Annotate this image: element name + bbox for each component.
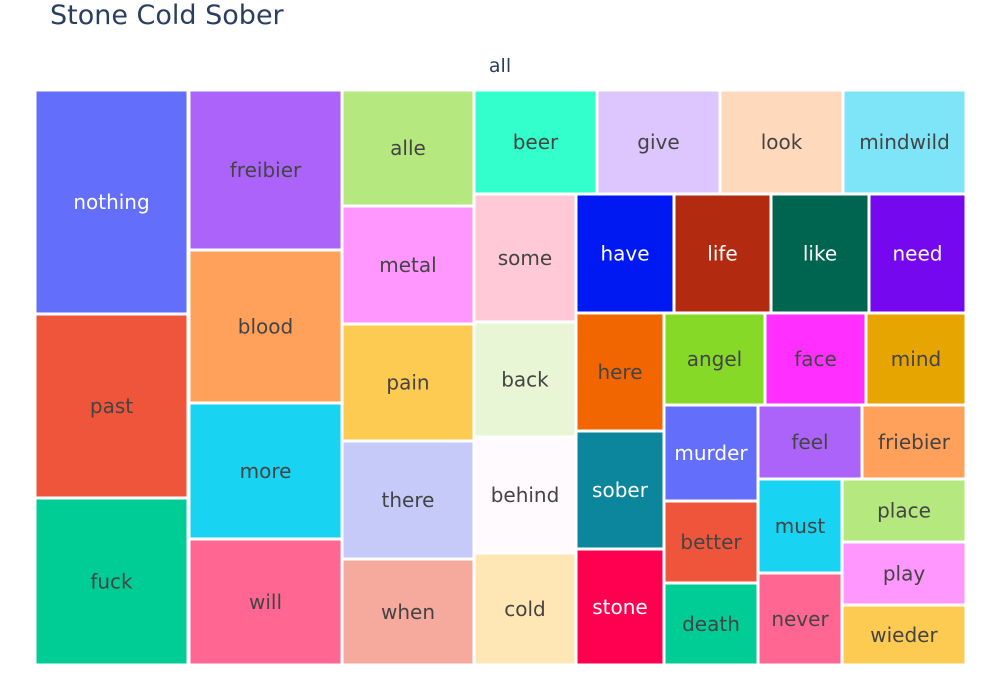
treemap-tile-face[interactable]: face	[763, 311, 868, 407]
treemap-tile-friebier[interactable]: friebier	[860, 403, 968, 481]
treemap-tile-blood[interactable]: blood	[187, 248, 344, 405]
treemap-tile-label: there	[382, 488, 435, 512]
treemap-tile-label: stone	[592, 595, 647, 619]
treemap-tile-label: like	[803, 242, 837, 266]
treemap-tile-label: pain	[386, 371, 429, 395]
treemap-tile-label: have	[600, 242, 649, 266]
treemap-tile-label: beer	[513, 130, 559, 154]
treemap-tile-never[interactable]: never	[756, 571, 844, 667]
treemap-tile-label: blood	[238, 315, 293, 339]
treemap-tile-wieder[interactable]: wieder	[840, 603, 968, 667]
treemap-tile-behind[interactable]: behind	[472, 435, 578, 555]
treemap-tile-label: never	[771, 607, 829, 631]
treemap-tile-play[interactable]: play	[840, 540, 968, 607]
treemap-tile-freibier[interactable]: freibier	[187, 88, 344, 252]
treemap-tile-when[interactable]: when	[340, 557, 476, 667]
treemap-tile-label: must	[775, 514, 826, 538]
treemap-tile-label: mindwild	[859, 130, 950, 154]
treemap-tile-label: alle	[390, 136, 426, 160]
treemap-tile-label: behind	[491, 483, 560, 507]
treemap-tile-mindwild[interactable]: mindwild	[841, 88, 968, 196]
treemap-tile-death[interactable]: death	[662, 581, 760, 667]
treemap-tile-will[interactable]: will	[187, 537, 344, 667]
treemap-tile-cold[interactable]: cold	[472, 551, 578, 667]
treemap-tile-label: place	[877, 499, 931, 523]
treemap-tile-label: more	[240, 459, 292, 483]
treemap-tile-label: friebier	[878, 430, 951, 454]
treemap-tile-label: metal	[379, 253, 436, 277]
treemap-tile-label: past	[90, 394, 133, 418]
treemap-tile-label: mind	[891, 347, 941, 371]
treemap-tile-more[interactable]: more	[187, 401, 344, 541]
treemap-tile-give[interactable]: give	[595, 88, 722, 196]
treemap-tile-here[interactable]: here	[574, 311, 666, 433]
treemap-tile-fuck[interactable]: fuck	[33, 496, 190, 667]
treemap-tile-label: cold	[504, 597, 545, 621]
treemap-tile-alle[interactable]: alle	[340, 88, 476, 208]
treemap-tile-murder[interactable]: murder	[662, 403, 760, 503]
treemap-tile-label: here	[597, 360, 642, 384]
treemap-tile-have[interactable]: have	[574, 192, 676, 315]
treemap-tile-label: angel	[687, 347, 743, 371]
treemap-tile-better[interactable]: better	[662, 499, 760, 585]
treemap-tile-label: murder	[674, 441, 748, 465]
treemap-tile-back[interactable]: back	[472, 320, 578, 439]
treemap-tile-label: look	[761, 130, 803, 154]
treemap-tile-pain[interactable]: pain	[340, 322, 476, 443]
treemap-tile-label: death	[682, 612, 740, 636]
treemap-tile-feel[interactable]: feel	[756, 403, 864, 481]
treemap-tile-beer[interactable]: beer	[472, 88, 599, 196]
treemap-tile-place[interactable]: place	[840, 477, 968, 544]
treemap-tile-label: some	[498, 246, 552, 270]
treemap-tile-label: face	[794, 347, 837, 371]
treemap-tile-label: better	[680, 530, 742, 554]
treemap-tile-label: wieder	[870, 623, 938, 647]
treemap-tile-label: sober	[592, 478, 649, 502]
treemap-tile-need[interactable]: need	[867, 192, 968, 315]
treemap-tile-label: when	[381, 600, 435, 624]
treemap-tile-look[interactable]: look	[718, 88, 845, 196]
treemap-tile-like[interactable]: like	[769, 192, 871, 315]
treemap-tile-must[interactable]: must	[756, 477, 844, 575]
treemap-tile-label: give	[637, 130, 679, 154]
treemap-tile-label: need	[893, 242, 943, 266]
treemap-tile-label: freibier	[230, 158, 302, 182]
treemap-tile-label: back	[501, 368, 549, 392]
treemap-tile-label: nothing	[73, 190, 149, 214]
treemap-tile-stone[interactable]: stone	[574, 547, 666, 667]
treemap-tile-life[interactable]: life	[672, 192, 773, 315]
treemap-tile-angel[interactable]: angel	[662, 311, 767, 407]
treemap-tile-past[interactable]: past	[33, 312, 190, 500]
treemap-tile-label: life	[707, 242, 737, 266]
treemap-tile-mind[interactable]: mind	[864, 311, 968, 407]
treemap-plot: nothing past fuck freibier blood more will alle…	[33, 88, 968, 667]
treemap-tile-label: will	[249, 590, 282, 614]
treemap-tile-sober[interactable]: sober	[574, 429, 666, 551]
treemap-tile-some[interactable]: some	[472, 192, 578, 324]
treemap-tile-metal[interactable]: metal	[340, 204, 476, 326]
treemap-tile-there[interactable]: there	[340, 439, 476, 561]
treemap-tile-label: feel	[791, 430, 828, 454]
treemap-tile-label: fuck	[90, 570, 133, 594]
treemap-tile-label: play	[883, 562, 926, 586]
treemap-tile-nothing[interactable]: nothing	[33, 88, 190, 316]
